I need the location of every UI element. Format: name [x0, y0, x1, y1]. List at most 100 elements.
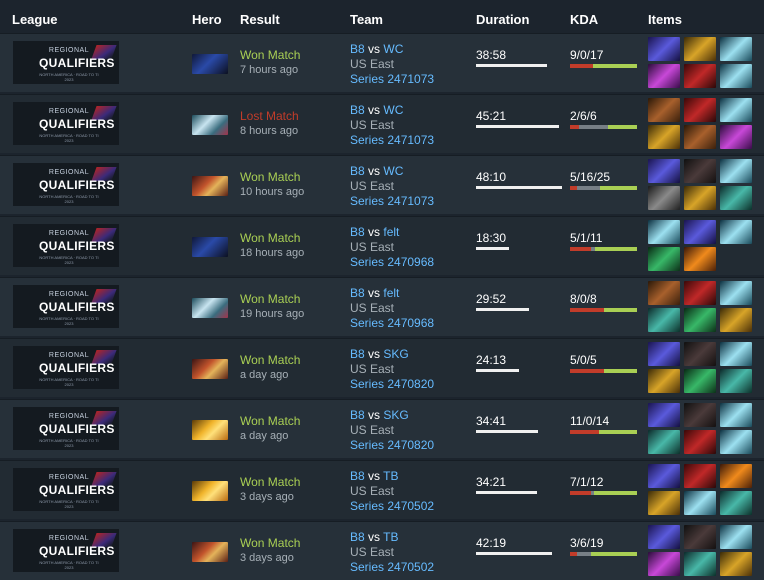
gold-boots-icon[interactable] [684, 186, 716, 210]
series-link[interactable]: Series 2470968 [350, 255, 434, 270]
red-whip-icon[interactable] [684, 430, 716, 454]
violet-gem-icon[interactable] [648, 64, 680, 88]
series-link[interactable]: Series 2470820 [350, 438, 434, 453]
gold-blade-icon[interactable] [648, 125, 680, 149]
series-link[interactable]: Series 2471073 [350, 194, 434, 209]
header-league[interactable]: League [12, 12, 58, 27]
brown-gauntlet-icon[interactable] [648, 281, 680, 305]
green-dagger-icon[interactable] [684, 308, 716, 332]
team-b-link[interactable]: SKG [383, 408, 408, 422]
series-link[interactable]: Series 2470502 [350, 499, 434, 514]
result-link[interactable]: Won Match [240, 48, 300, 62]
hero-fire-warrior-icon[interactable] [192, 176, 228, 196]
orange-sun-icon[interactable] [720, 464, 752, 488]
gold-staff-icon[interactable] [720, 552, 752, 576]
green-orb-icon[interactable] [684, 552, 716, 576]
green-orb-icon[interactable] [720, 369, 752, 393]
gold-staff-icon[interactable] [720, 64, 752, 88]
grey-wing-icon[interactable] [684, 342, 716, 366]
result-link[interactable]: Won Match [240, 414, 300, 428]
cyan-blade-icon[interactable] [720, 403, 752, 427]
league-logo[interactable]: REGIONAL QUALIFIERS NORTH AMERICA · ROAD T… [13, 285, 119, 328]
result-link[interactable]: Won Match [240, 231, 304, 245]
teal-mask-icon[interactable] [648, 308, 680, 332]
team-b-link[interactable]: felt [383, 225, 399, 239]
cyan-blade-icon[interactable] [720, 220, 752, 244]
cyan-blade-icon[interactable] [720, 525, 752, 549]
header-duration[interactable]: Duration [476, 12, 529, 27]
cyan-blade-icon[interactable] [720, 342, 752, 366]
team-a-link[interactable]: B8 [350, 225, 365, 239]
header-hero[interactable]: Hero [192, 12, 222, 27]
result-link[interactable]: Won Match [240, 475, 300, 489]
white-sword-icon[interactable] [648, 186, 680, 210]
league-logo[interactable]: REGIONAL QUALIFIERS NORTH AMERICA · ROAD T… [13, 346, 119, 389]
table-row[interactable]: REGIONAL QUALIFIERS NORTH AMERICA · ROAD T… [0, 94, 764, 153]
team-b-link[interactable]: TB [383, 469, 398, 483]
grey-wing-icon[interactable] [684, 525, 716, 549]
team-a-link[interactable]: B8 [350, 286, 365, 300]
league-logo[interactable]: REGIONAL QUALIFIERS NORTH AMERICA · ROAD T… [13, 102, 119, 145]
purple-orb-icon[interactable] [648, 342, 680, 366]
series-link[interactable]: Series 2470502 [350, 560, 434, 575]
hero-fire-warrior-icon[interactable] [192, 542, 228, 562]
result-link[interactable]: Won Match [240, 292, 304, 306]
hero-fire-warrior-icon[interactable] [192, 359, 228, 379]
league-logo[interactable]: REGIONAL QUALIFIERS NORTH AMERICA · ROAD T… [13, 41, 119, 84]
team-a-link[interactable]: B8 [350, 469, 365, 483]
league-logo[interactable]: REGIONAL QUALIFIERS NORTH AMERICA · ROAD T… [13, 163, 119, 206]
purple-crystal-icon[interactable] [720, 125, 752, 149]
table-row[interactable]: REGIONAL QUALIFIERS NORTH AMERICA · ROAD T… [0, 155, 764, 214]
purple-orb-icon[interactable] [648, 159, 680, 183]
table-row[interactable]: REGIONAL QUALIFIERS NORTH AMERICA · ROAD T… [0, 460, 764, 519]
purple-orb-icon[interactable] [648, 525, 680, 549]
hero-golden-knight-icon[interactable] [192, 420, 228, 440]
result-link[interactable]: Won Match [240, 353, 300, 367]
gold-boots-icon[interactable] [648, 491, 680, 515]
gold-boots-icon[interactable] [684, 37, 716, 61]
green-staff-icon[interactable] [648, 247, 680, 271]
cyan-shard-icon[interactable] [720, 98, 752, 122]
gold-crown-icon[interactable] [720, 308, 752, 332]
purple-orb-icon[interactable] [648, 464, 680, 488]
team-a-link[interactable]: B8 [350, 347, 365, 361]
orange-flame-icon[interactable] [684, 247, 716, 271]
series-link[interactable]: Series 2470968 [350, 316, 434, 331]
purple-orb-icon[interactable] [648, 37, 680, 61]
team-a-link[interactable]: B8 [350, 103, 365, 117]
table-row[interactable]: REGIONAL QUALIFIERS NORTH AMERICA · ROAD T… [0, 33, 764, 92]
cyan-wing-icon[interactable] [648, 220, 680, 244]
team-b-link[interactable]: SKG [383, 347, 408, 361]
league-logo[interactable]: REGIONAL QUALIFIERS NORTH AMERICA · ROAD T… [13, 529, 119, 572]
team-b-link[interactable]: felt [383, 286, 399, 300]
hero-golden-knight-icon[interactable] [192, 481, 228, 501]
red-flask-icon[interactable] [684, 64, 716, 88]
team-b-link[interactable]: WC [383, 103, 403, 117]
red-orb-icon[interactable] [684, 281, 716, 305]
blue-staff-icon[interactable] [684, 491, 716, 515]
hero-blue-warrior-icon[interactable] [192, 237, 228, 257]
table-row[interactable]: REGIONAL QUALIFIERS NORTH AMERICA · ROAD T… [0, 216, 764, 275]
league-logo[interactable]: REGIONAL QUALIFIERS NORTH AMERICA · ROAD T… [13, 224, 119, 267]
header-result[interactable]: Result [240, 12, 280, 27]
result-link[interactable]: Won Match [240, 536, 300, 550]
teal-mask-icon[interactable] [648, 430, 680, 454]
team-a-link[interactable]: B8 [350, 164, 365, 178]
purple-orb-icon[interactable] [648, 403, 680, 427]
brown-gauntlet-icon[interactable] [648, 98, 680, 122]
cyan-blade-icon[interactable] [720, 159, 752, 183]
league-logo[interactable]: REGIONAL QUALIFIERS NORTH AMERICA · ROAD T… [13, 407, 119, 450]
gold-boots-icon[interactable] [648, 369, 680, 393]
header-kda[interactable]: KDA [570, 12, 598, 27]
violet-gem-icon[interactable] [648, 552, 680, 576]
green-spear-icon[interactable] [684, 369, 716, 393]
table-row[interactable]: REGIONAL QUALIFIERS NORTH AMERICA · ROAD T… [0, 338, 764, 397]
series-link[interactable]: Series 2471073 [350, 133, 434, 148]
table-row[interactable]: REGIONAL QUALIFIERS NORTH AMERICA · ROAD T… [0, 277, 764, 336]
team-a-link[interactable]: B8 [350, 42, 365, 56]
blue-wand-icon[interactable] [684, 220, 716, 244]
team-a-link[interactable]: B8 [350, 530, 365, 544]
cyan-blade-icon[interactable] [720, 37, 752, 61]
series-link[interactable]: Series 2471073 [350, 72, 434, 87]
hero-pale-ghost-icon[interactable] [192, 115, 228, 135]
